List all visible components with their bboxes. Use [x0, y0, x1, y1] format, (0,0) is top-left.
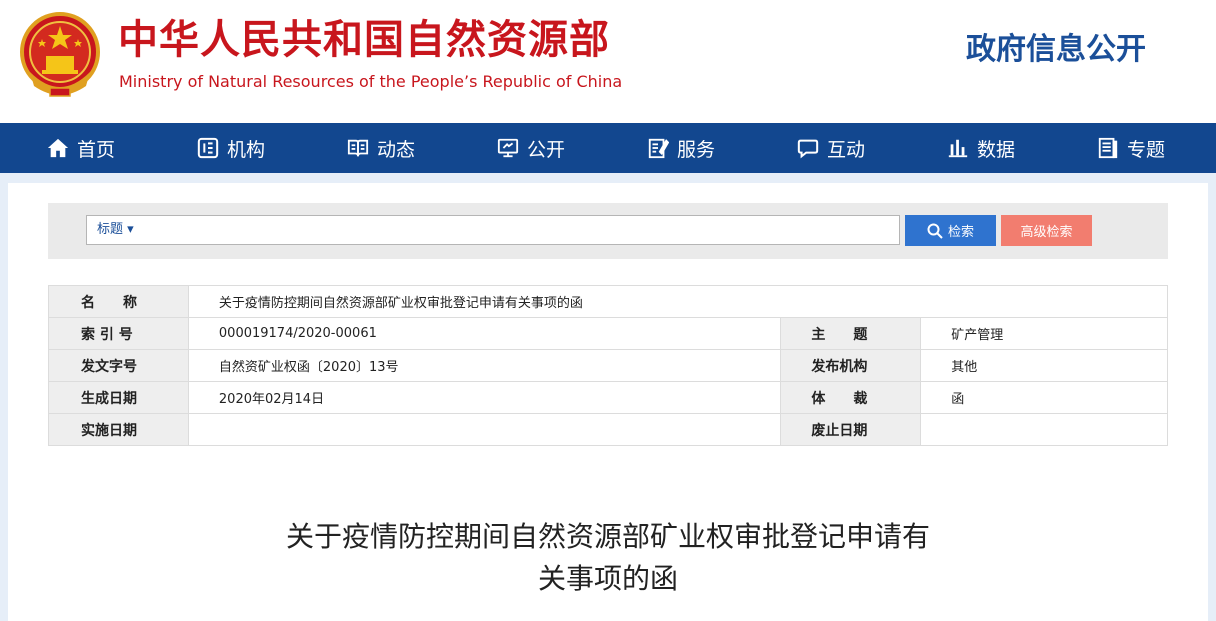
nav-label: 服务 — [677, 138, 716, 161]
info-label-name: 名 称 — [48, 285, 189, 318]
search-type-select[interactable]: 标题 ▾ — [97, 221, 134, 239]
info-label-docno: 发文字号 — [48, 349, 189, 382]
nav-item-service[interactable]: 服务 — [647, 123, 715, 173]
info-value-name: 关于疫情防控期间自然资源部矿业权审批登记申请有关事项的函 — [187, 285, 1169, 318]
search-button[interactable]: 检索 — [905, 215, 996, 246]
book-icon — [347, 139, 369, 157]
monitor-icon — [497, 138, 519, 158]
site-title-cn[interactable]: 中华人民共和国自然资源部 — [118, 16, 610, 64]
info-value-topic: 矿产管理 — [920, 317, 1168, 350]
info-label-index: 索 引 号 — [48, 317, 189, 350]
main-nav: 首页 机构 动态 公开 服务 互动 数据 专题 — [0, 123, 1216, 173]
info-value-issuer: 其他 — [920, 349, 1168, 382]
table-row: 索 引 号 000019174/2020-00061 主 题 矿产管理 — [48, 317, 1168, 350]
site-header: 中华人民共和国自然资源部 Ministry of Natural Resourc… — [0, 0, 1216, 123]
search-input[interactable] — [86, 215, 900, 245]
document-info-table: 名 称 关于疫情防控期间自然资源部矿业权审批登记申请有关事项的函 索 引 号 0… — [48, 285, 1169, 446]
table-row: 实施日期 废止日期 — [48, 413, 1168, 446]
info-value-docno: 自然资矿业权函〔2020〕13号 — [187, 349, 782, 382]
nav-label: 机构 — [227, 138, 266, 161]
bar-chart-icon — [948, 139, 968, 158]
nav-label: 动态 — [377, 138, 416, 161]
info-value-expire — [920, 413, 1168, 446]
national-emblem-icon[interactable] — [20, 12, 100, 98]
info-value-genre: 函 — [920, 381, 1168, 414]
nav-item-open[interactable]: 公开 — [497, 123, 565, 173]
info-label-effective: 实施日期 — [48, 413, 189, 446]
nav-item-news[interactable]: 动态 — [347, 123, 415, 173]
nav-label: 公开 — [527, 138, 566, 161]
info-value-index: 000019174/2020-00061 — [187, 317, 782, 350]
info-label-issuer: 发布机构 — [780, 349, 922, 382]
info-label-topic: 主 题 — [780, 317, 922, 350]
info-value-effective — [187, 413, 782, 446]
organization-icon — [197, 137, 219, 159]
info-label-expire: 废止日期 — [780, 413, 922, 446]
section-title[interactable]: 政府信息公开 — [966, 30, 1146, 70]
nav-item-interaction[interactable]: 互动 — [797, 123, 865, 173]
document-title-line: 关事项的函 — [537, 562, 678, 595]
nav-label: 互动 — [827, 138, 866, 161]
chat-icon — [797, 139, 819, 159]
document-icon — [1098, 137, 1118, 159]
info-value-date: 2020年02月14日 — [187, 381, 782, 414]
nav-label: 专题 — [1127, 138, 1166, 161]
nav-label: 首页 — [77, 138, 116, 161]
nav-item-data[interactable]: 数据 — [947, 123, 1015, 173]
search-icon — [927, 223, 943, 239]
table-row: 名 称 关于疫情防控期间自然资源部矿业权审批登记申请有关事项的函 — [48, 285, 1169, 318]
info-label-genre: 体 裁 — [780, 381, 922, 414]
nav-item-organization[interactable]: 机构 — [197, 123, 265, 173]
info-label-date: 生成日期 — [48, 381, 189, 414]
document-title: 关于疫情防控期间自然资源部矿业权审批登记申请有 关事项的函 — [208, 516, 1008, 600]
edit-icon — [648, 138, 669, 159]
table-row: 发文字号 自然资矿业权函〔2020〕13号 发布机构 其他 — [48, 349, 1168, 382]
advanced-search-button[interactable]: 高级检索 — [1001, 215, 1092, 246]
nav-label: 数据 — [977, 138, 1016, 161]
search-button-label: 检索 — [947, 225, 974, 240]
home-icon — [47, 138, 69, 158]
nav-item-topics[interactable]: 专题 — [1097, 123, 1165, 173]
table-row: 生成日期 2020年02月14日 体 裁 函 — [48, 381, 1168, 414]
site-title-en[interactable]: Ministry of Natural Resources of the Peo… — [119, 72, 622, 92]
document-title-line: 关于疫情防控期间自然资源部矿业权审批登记申请有 — [285, 520, 930, 553]
nav-item-home[interactable]: 首页 — [47, 123, 115, 173]
